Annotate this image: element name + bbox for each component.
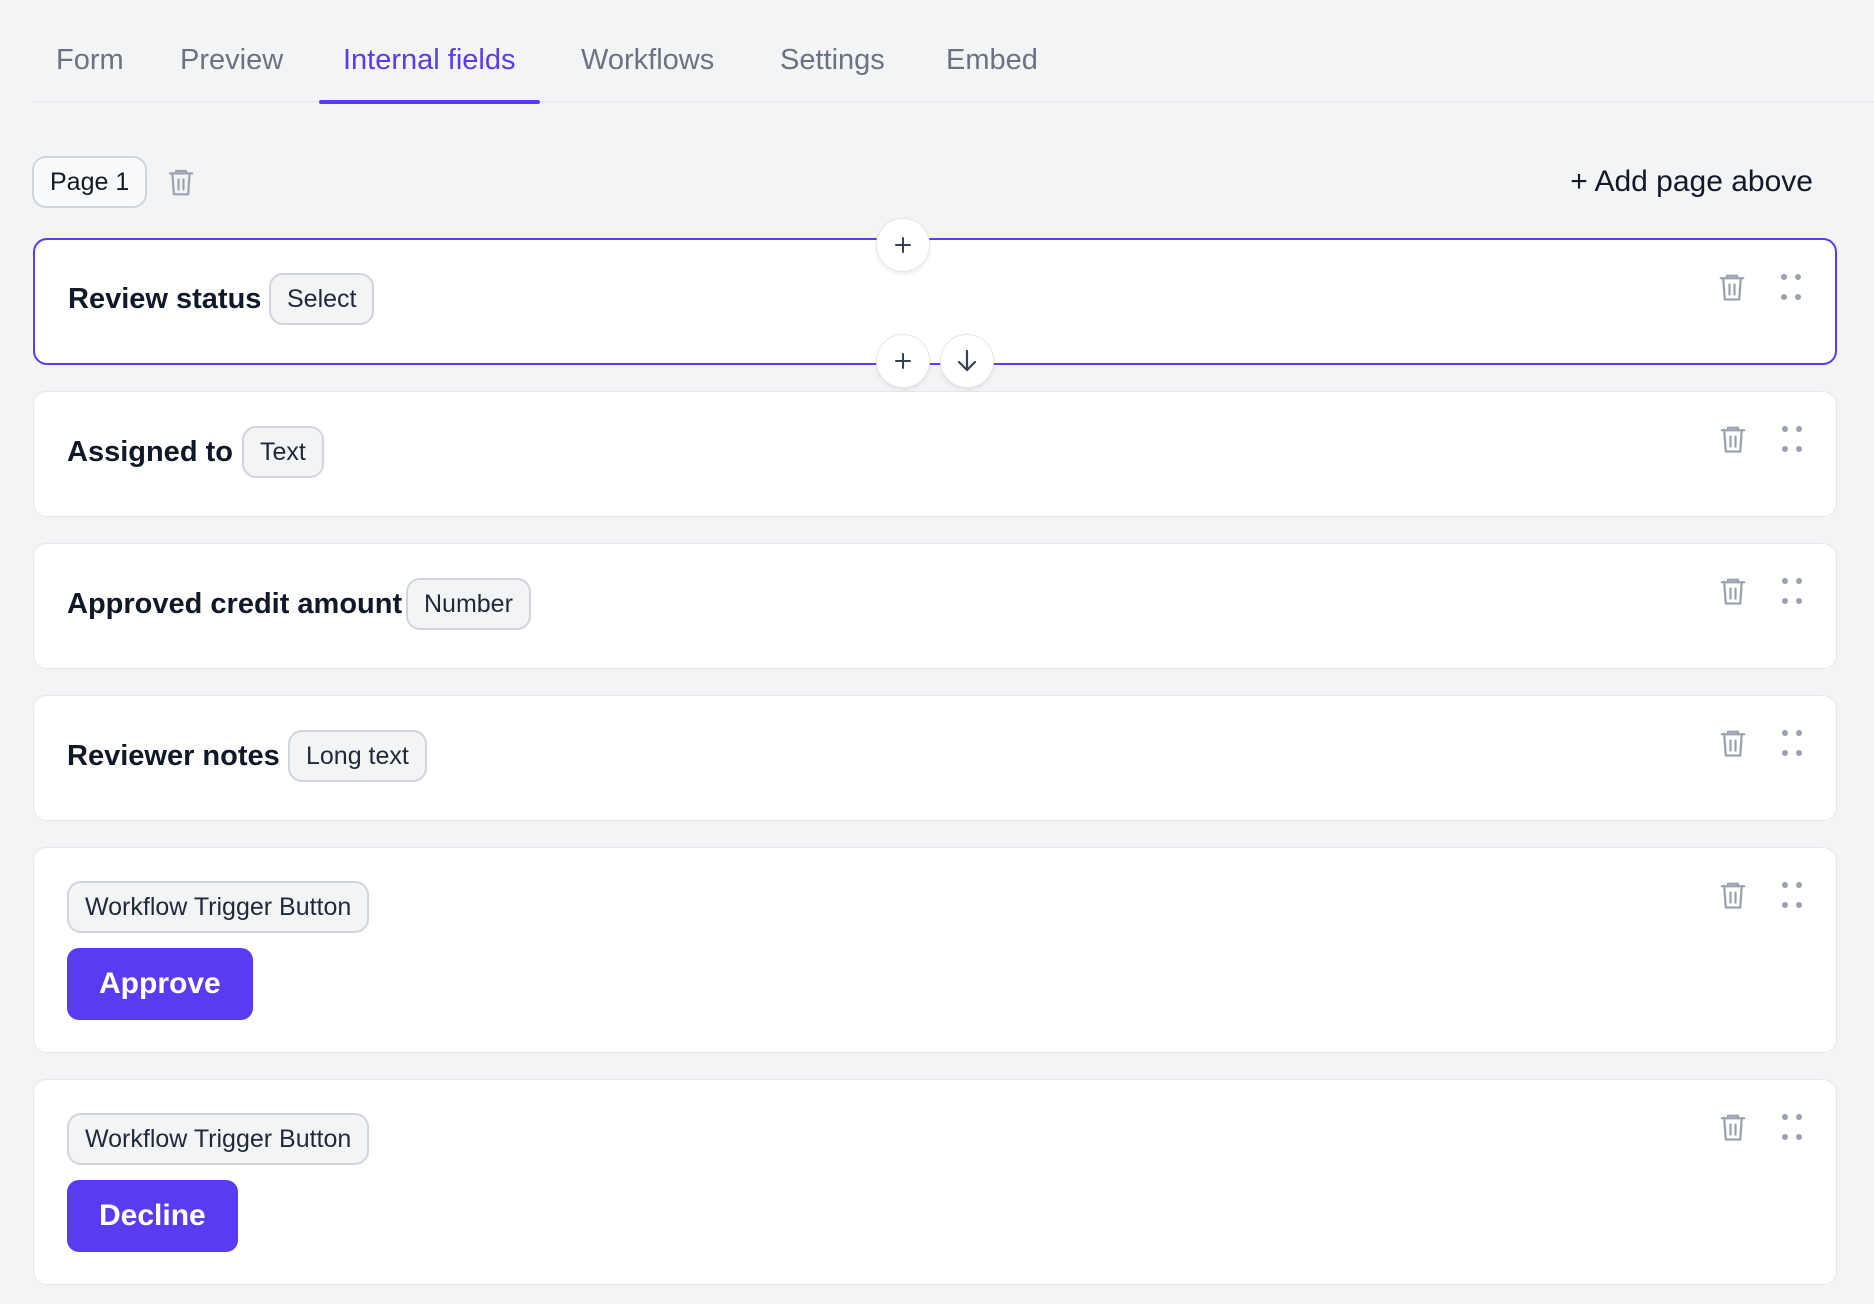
arrow-down-icon bbox=[956, 349, 978, 373]
tab-preview[interactable]: Preview bbox=[156, 40, 307, 102]
field-card-approve-trigger[interactable]: Workflow Trigger Button Approve bbox=[33, 847, 1837, 1053]
page-selector[interactable]: Page 1 bbox=[32, 156, 148, 208]
field-type-badge: Number bbox=[406, 578, 531, 630]
drag-handle-icon[interactable] bbox=[1780, 728, 1804, 758]
trash-icon[interactable] bbox=[166, 166, 196, 198]
drag-handle-icon[interactable] bbox=[1780, 576, 1804, 606]
decline-button[interactable]: Decline bbox=[67, 1180, 238, 1252]
field-label: Reviewer notes bbox=[67, 740, 280, 772]
tab-internal-fields[interactable]: Internal fields bbox=[319, 40, 540, 104]
drag-handle-icon[interactable] bbox=[1780, 1112, 1804, 1142]
field-type-badge: Workflow Trigger Button bbox=[67, 1113, 370, 1165]
field-card-decline-trigger[interactable]: Workflow Trigger Button Decline bbox=[33, 1079, 1837, 1285]
field-card-assigned-to[interactable]: Assigned to Text bbox=[33, 391, 1837, 517]
tab-form[interactable]: Form bbox=[32, 40, 148, 102]
trash-icon[interactable] bbox=[1718, 1110, 1748, 1144]
field-label: Assigned to bbox=[67, 436, 233, 468]
field-type-badge: Select bbox=[269, 273, 375, 325]
drag-handle-icon[interactable] bbox=[1780, 880, 1804, 910]
field-type-badge: Text bbox=[242, 426, 324, 478]
insert-field-below-button[interactable] bbox=[876, 334, 930, 388]
drag-handle-icon[interactable] bbox=[1779, 272, 1803, 302]
add-page-above-button[interactable]: + Add page above bbox=[1570, 160, 1813, 204]
trash-icon[interactable] bbox=[1718, 726, 1748, 760]
field-type-badge: Long text bbox=[288, 730, 427, 782]
tab-embed[interactable]: Embed bbox=[922, 40, 1062, 102]
approve-button[interactable]: Approve bbox=[67, 948, 253, 1020]
tab-workflows[interactable]: Workflows bbox=[557, 40, 738, 102]
trash-icon[interactable] bbox=[1718, 878, 1748, 912]
field-label: Approved credit amount bbox=[67, 588, 403, 620]
field-label: Review status bbox=[68, 283, 262, 315]
field-card-approved-credit-amount[interactable]: Approved credit amount Number bbox=[33, 543, 1837, 669]
drag-handle-icon[interactable] bbox=[1780, 424, 1804, 454]
field-card-review-status[interactable]: Review status Select bbox=[33, 238, 1837, 365]
plus-icon bbox=[894, 352, 912, 370]
trash-icon[interactable] bbox=[1718, 422, 1748, 456]
tab-settings[interactable]: Settings bbox=[756, 40, 909, 102]
trash-icon[interactable] bbox=[1717, 270, 1747, 304]
field-type-badge: Workflow Trigger Button bbox=[67, 881, 370, 933]
field-card-reviewer-notes[interactable]: Reviewer notes Long text bbox=[33, 695, 1837, 821]
tab-bar: Form Preview Internal fields Workflows S… bbox=[32, 0, 1874, 104]
plus-icon bbox=[894, 236, 912, 254]
insert-field-above-button[interactable] bbox=[876, 218, 930, 272]
move-field-down-button[interactable] bbox=[940, 334, 994, 388]
trash-icon[interactable] bbox=[1718, 574, 1748, 608]
